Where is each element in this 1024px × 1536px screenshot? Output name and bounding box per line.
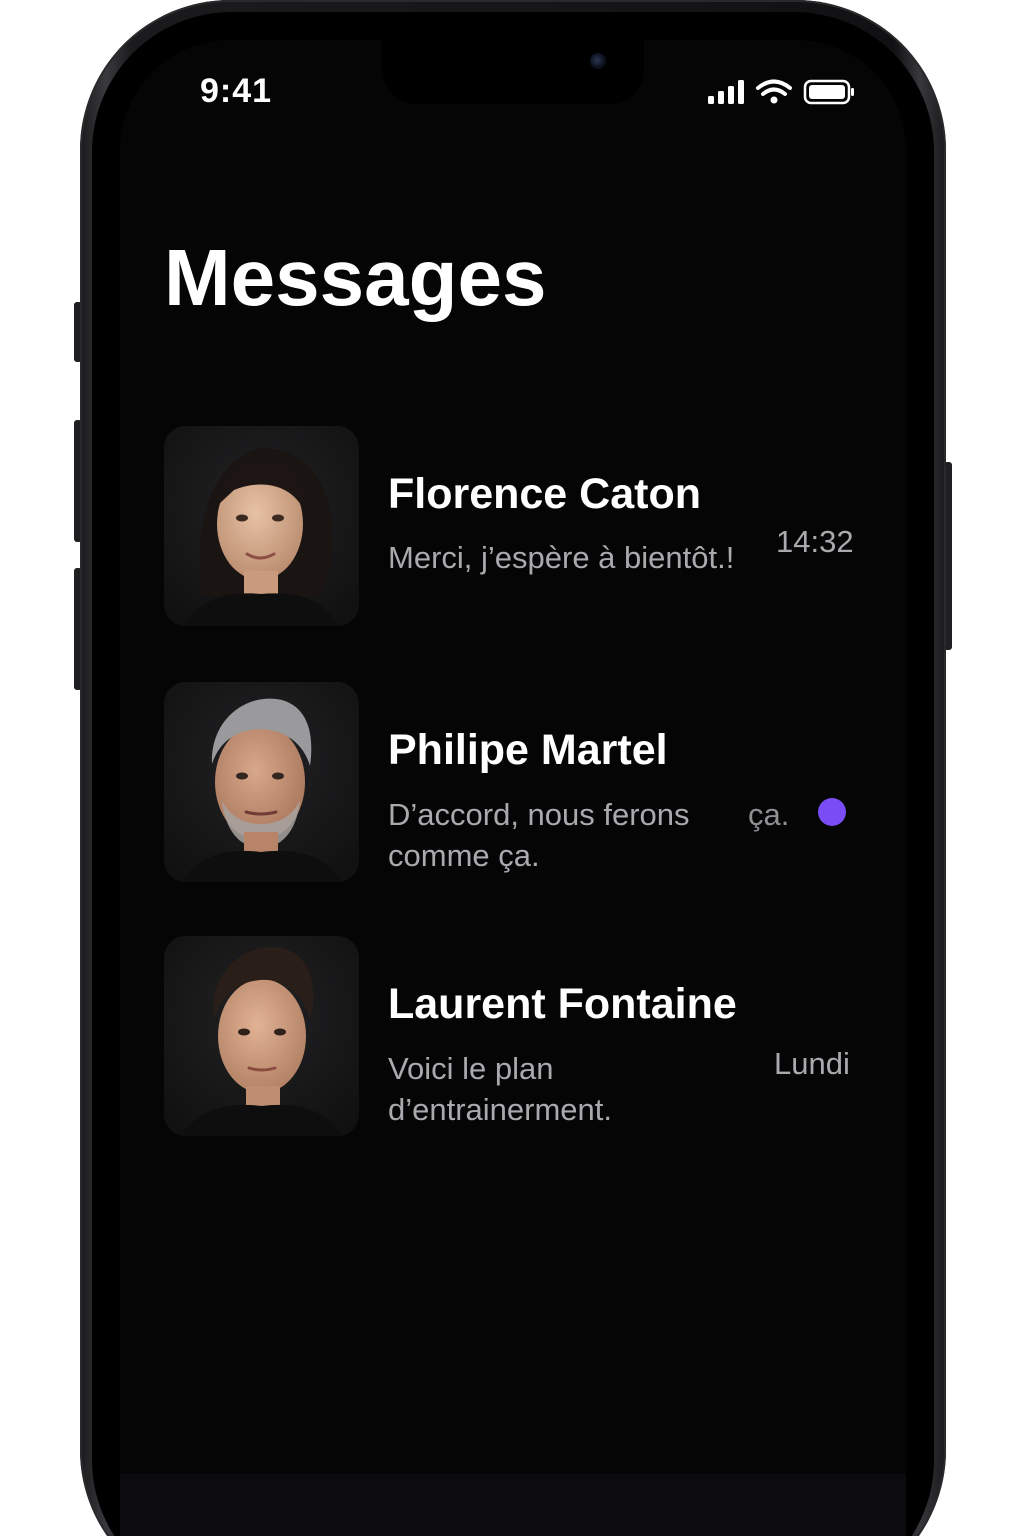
avatar-portrait-image [164, 936, 359, 1136]
conversation-row-laurent-fontaine[interactable]: Laurent Fontaine Voici le plan d’entrain… [164, 936, 864, 1136]
message-preview-line2: d’entrainerment. [388, 1092, 613, 1127]
avatar-laurent-fontaine [164, 936, 359, 1136]
message-preview: D’accord, nous ferons [388, 797, 690, 832]
avatar-philipe-martel [164, 682, 359, 882]
wifi-icon [756, 79, 792, 104]
conversation-row-philipe-martel[interactable]: Philipe Martel D’accord, nous ferons ça.… [164, 682, 864, 882]
front-camera-icon [590, 53, 606, 69]
status-time: 9:41 [200, 72, 273, 110]
bottom-bar [120, 1474, 906, 1536]
contact-name: Florence Caton [388, 470, 701, 518]
contact-name: Laurent Fontaine [388, 980, 737, 1028]
status-icons [706, 78, 856, 108]
avatar-florence-caton [164, 426, 359, 626]
page-title: Messages [164, 233, 547, 322]
message-preview-fragment: ça. [748, 797, 790, 832]
avatar-portrait-image [164, 682, 359, 882]
battery-icon [803, 79, 854, 105]
contact-name: Philipe Martel [388, 726, 668, 774]
conversation-row-florence-caton[interactable]: Florence Caton Merci, j’espère à bientôt… [164, 426, 864, 626]
message-timestamp: 14:32 [776, 524, 854, 559]
message-preview: Voici le plan [388, 1051, 554, 1086]
message-preview: Merci, j’espère à bientôt.! [388, 540, 735, 575]
message-timestamp: Lundi [774, 1046, 850, 1081]
cellular-signal-icon [708, 80, 744, 104]
dynamic-island [382, 40, 644, 104]
message-preview-line2: comme ça. [388, 838, 540, 873]
unread-indicator [818, 798, 846, 826]
avatar-portrait-image [164, 426, 359, 626]
device-mockup: 9:41 Messages Florence Caton Merci, j’es… [0, 0, 1024, 1536]
